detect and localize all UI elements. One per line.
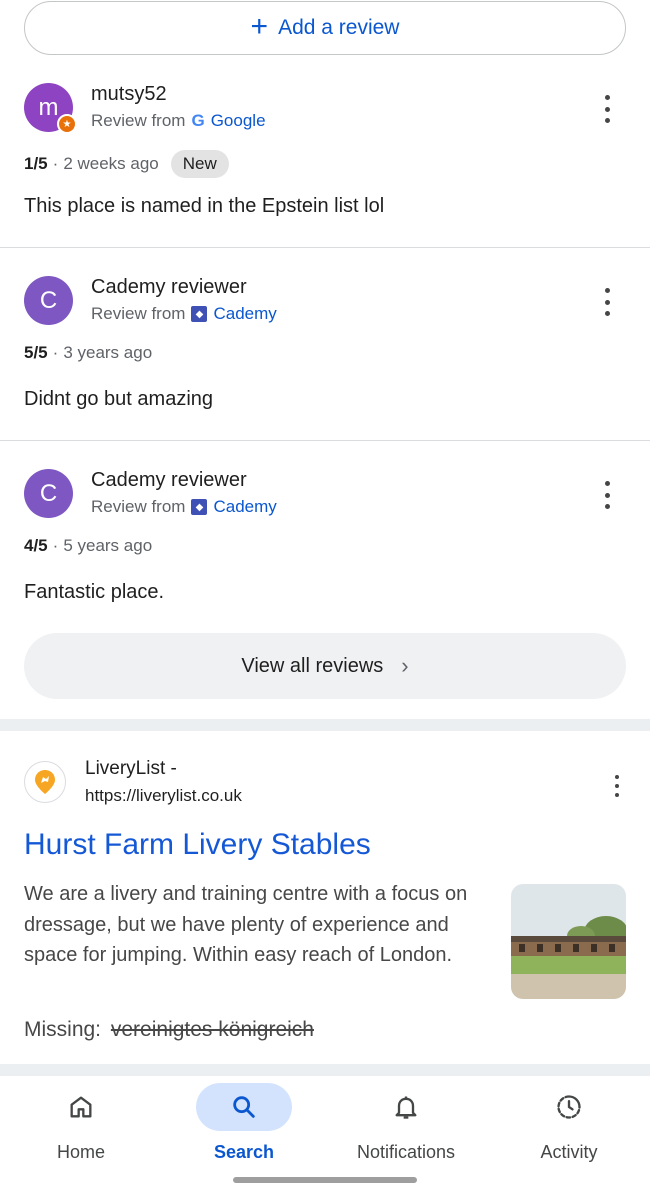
activity-icon <box>521 1083 617 1131</box>
review-time: 3 years ago <box>63 343 153 362</box>
missing-terms: Missing: vereinigtes königreich <box>24 1018 314 1042</box>
site-logo-icon <box>24 761 66 803</box>
nav-label: Activity <box>540 1142 598 1162</box>
review-time: 2 weeks ago <box>63 154 159 173</box>
result-title-link[interactable]: Hurst Farm Livery Stables <box>24 828 371 862</box>
divider <box>0 247 650 248</box>
review-meta: 4/5 · 5 years ago <box>24 536 153 555</box>
chevron-right-icon: › <box>401 653 409 678</box>
rating: 1/5 <box>24 154 48 173</box>
google-logo-icon: G <box>191 111 205 130</box>
more-options-icon[interactable] <box>598 95 616 123</box>
review-text: Fantastic place. <box>24 581 165 603</box>
source-prefix: Review from <box>91 304 186 323</box>
avatar[interactable]: m ★ <box>24 83 77 134</box>
result-more-options-icon[interactable] <box>608 775 626 797</box>
view-all-label: View all reviews <box>241 654 384 677</box>
result-snippet: We are a livery and training centre with… <box>24 883 468 966</box>
avatar-letter: C <box>39 286 58 314</box>
divider <box>0 440 650 441</box>
avatar-letter: m <box>38 93 59 121</box>
search-icon <box>196 1083 292 1131</box>
bell-icon <box>358 1083 454 1131</box>
avatar[interactable]: C <box>24 276 73 325</box>
source-name[interactable]: Cademy <box>213 497 276 517</box>
review-source: Review from G Google <box>91 111 266 131</box>
source-prefix: Review from <box>91 497 186 516</box>
plus-icon: + <box>250 9 269 43</box>
home-indicator[interactable] <box>233 1177 417 1183</box>
cademy-logo-icon: ◆ <box>191 499 208 515</box>
new-badge: New <box>170 150 229 178</box>
cademy-logo-icon: ◆ <box>191 306 208 322</box>
nav-label: Search <box>213 1142 275 1162</box>
section-separator <box>0 719 650 731</box>
section-separator <box>0 1064 650 1076</box>
rating: 4/5 <box>24 536 48 555</box>
nav-notifications[interactable]: Notifications <box>325 1076 487 1176</box>
review-source: Review from ◆ Cademy <box>91 497 277 517</box>
add-review-label: Add a review <box>278 16 400 39</box>
local-guide-badge-icon: ★ <box>57 114 77 134</box>
add-review-button[interactable]: + Add a review <box>24 1 626 55</box>
review-text: Didnt go but amazing <box>24 388 214 410</box>
review-meta: 5/5 · 3 years ago <box>24 343 153 362</box>
source-name[interactable]: Google <box>211 111 266 131</box>
nav-search[interactable]: Search <box>163 1076 325 1176</box>
source-name[interactable]: Cademy <box>213 304 276 324</box>
missing-struck-terms: vereinigtes königreich <box>110 1018 314 1041</box>
avatar-letter: C <box>39 479 58 507</box>
missing-label: Missing: <box>24 1018 102 1041</box>
reviewer-name[interactable]: Cademy reviewer <box>91 469 247 492</box>
review-source: Review from ◆ Cademy <box>91 304 277 324</box>
reviewer-name[interactable]: Cademy reviewer <box>91 276 247 299</box>
review-text: This place is named in the Epstein list … <box>24 195 385 217</box>
source-prefix: Review from <box>91 111 186 130</box>
nav-activity[interactable]: Activity <box>488 1076 650 1176</box>
result-url[interactable]: https://liverylist.co.uk <box>85 786 242 806</box>
home-icon <box>33 1083 129 1131</box>
review-meta: 1/5 · 2 weeks ago New <box>24 150 229 178</box>
nav-label: Home <box>56 1142 105 1162</box>
more-options-icon[interactable] <box>598 481 616 509</box>
result-thumbnail[interactable] <box>511 884 626 999</box>
more-options-icon[interactable] <box>598 288 616 316</box>
review-time: 5 years ago <box>63 536 153 555</box>
view-all-reviews-button[interactable]: View all reviews › <box>24 633 626 699</box>
avatar[interactable]: C <box>24 469 73 518</box>
rating: 5/5 <box>24 343 48 362</box>
nav-home[interactable]: Home <box>0 1076 162 1176</box>
nav-label: Notifications <box>356 1142 456 1162</box>
reviewer-name[interactable]: mutsy52 <box>91 83 167 106</box>
result-site-name[interactable]: LiveryList - <box>85 758 177 780</box>
